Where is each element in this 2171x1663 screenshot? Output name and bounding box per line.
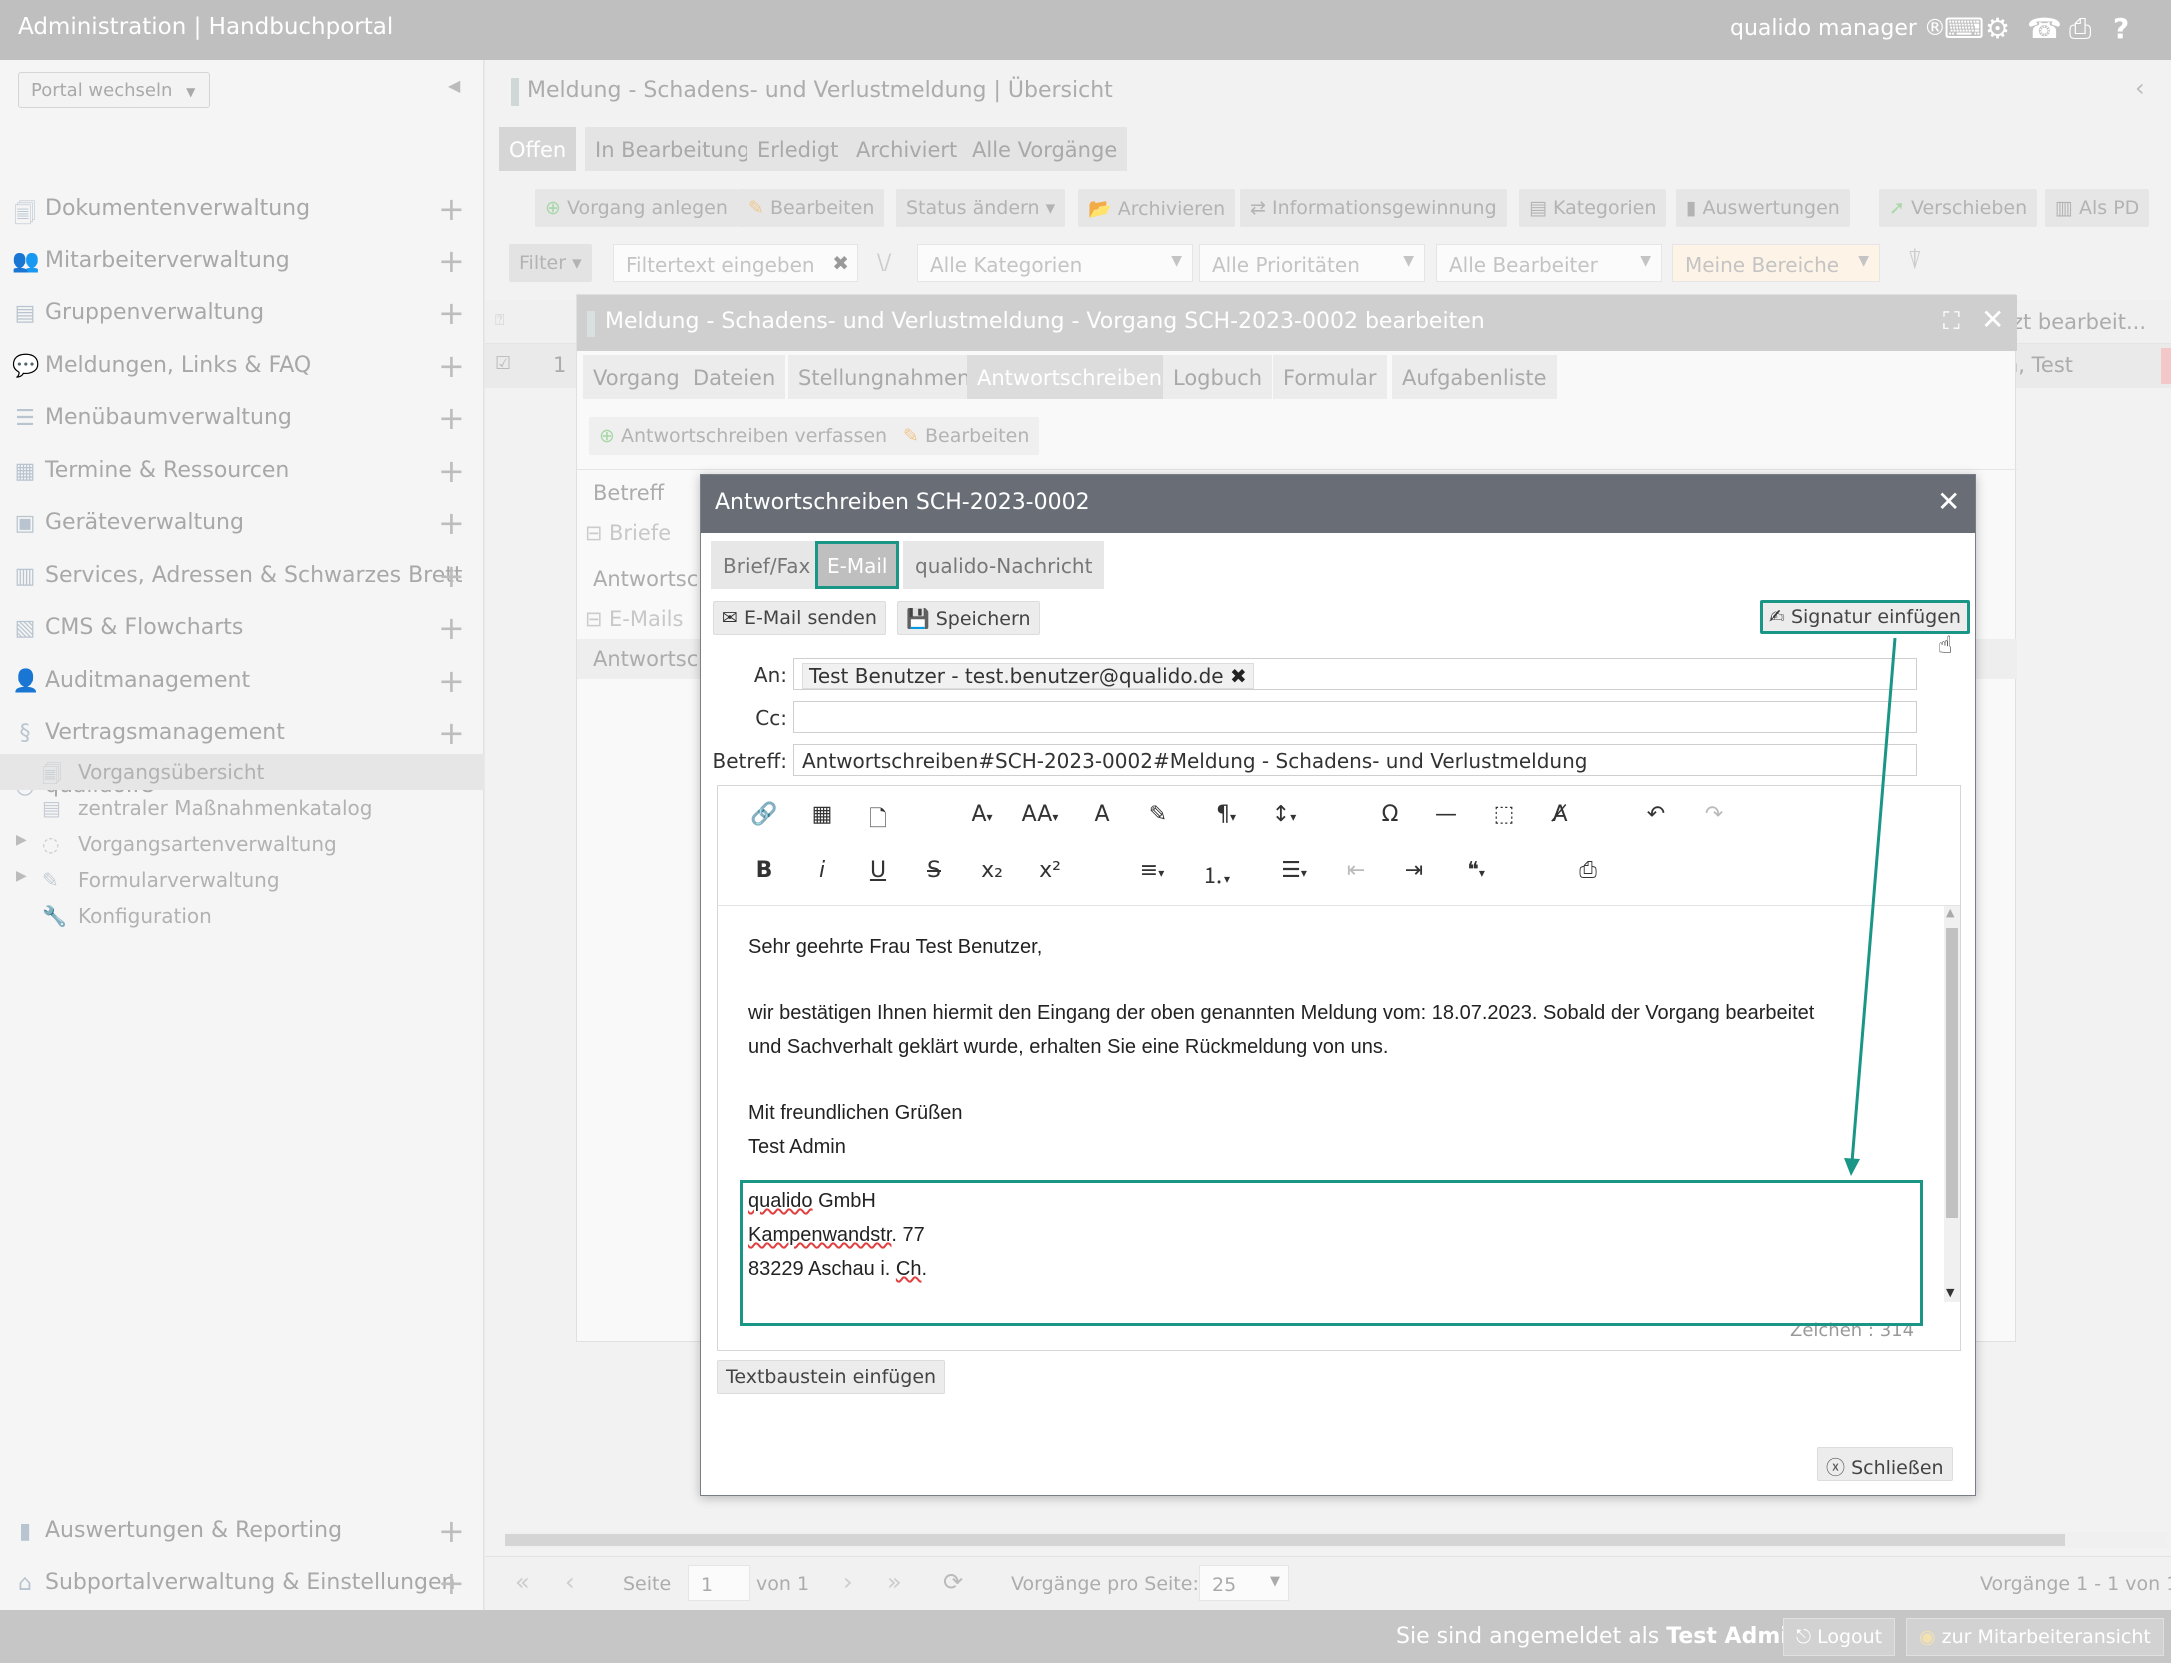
logout-icon: ⎋: [1796, 1626, 1812, 1648]
annotation-arrow: [1844, 637, 1897, 1176]
logout-button[interactable]: ⎋ Logout: [1783, 1618, 1896, 1656]
view-icon: ◉: [1919, 1626, 1936, 1648]
employee-view-button[interactable]: ◉ zur Mitarbeiteransicht: [1906, 1618, 2164, 1656]
logged-in-text: Sie sind angemeldet als Test Admin: [1396, 1624, 1804, 1649]
footer: Sie sind angemeldet als Test Admin ⎋ Log…: [0, 1610, 2171, 1663]
